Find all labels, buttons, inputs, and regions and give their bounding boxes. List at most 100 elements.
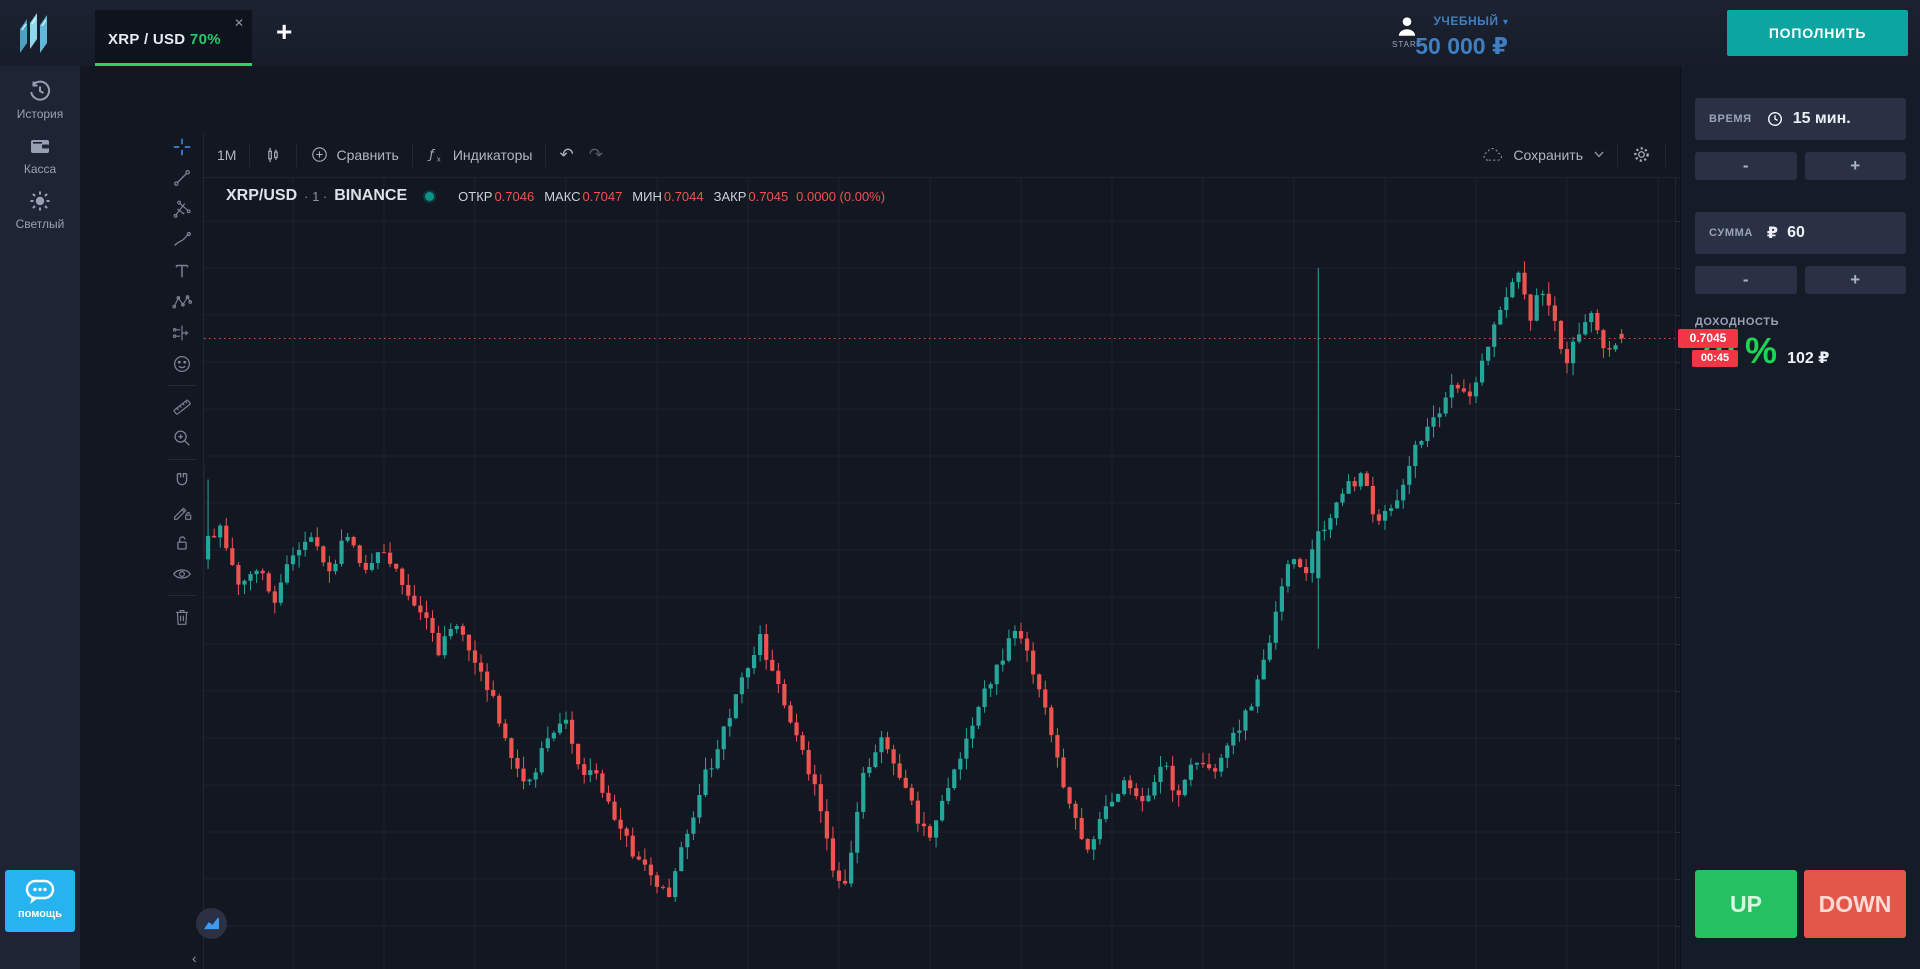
down-button[interactable]: DOWN xyxy=(1804,870,1906,938)
payout-amount: 102 ₽ xyxy=(1787,348,1829,368)
svg-text:x: x xyxy=(437,154,441,163)
svg-text:ƒ: ƒ xyxy=(427,146,435,161)
legend-change: 0.0000 (0.00%) xyxy=(796,189,885,204)
sidebar-item-label: Светлый xyxy=(0,217,80,231)
time-stepper: - + xyxy=(1695,152,1906,180)
clock-icon xyxy=(1766,110,1784,128)
trading-app: XRP / USD 70% ✕ + START УЧЕБНЫЙ ▾ 50 000… xyxy=(0,0,1920,969)
ohlc-low-value: 0.7044 xyxy=(664,189,704,204)
trend-line-icon[interactable] xyxy=(160,163,204,193)
ohlc-high-value: 0.7047 xyxy=(583,189,623,204)
text-icon[interactable] xyxy=(160,256,204,286)
drawing-mode-icon[interactable] xyxy=(160,497,204,527)
time-field-value: 15 мин. xyxy=(1793,110,1851,128)
sidebar-item-cashier[interactable]: Касса xyxy=(0,121,80,176)
amount-plus-button[interactable]: + xyxy=(1805,266,1907,294)
time-plus-button[interactable]: + xyxy=(1805,152,1907,180)
current-price-tag: 0.7045 xyxy=(1678,329,1738,348)
chart-type-button[interactable] xyxy=(250,132,296,178)
ohlc-close-label: ЗАКР xyxy=(714,189,747,204)
ruler-icon[interactable] xyxy=(160,392,204,422)
redo-icon[interactable]: ↷ xyxy=(587,132,616,178)
tab-symbol: XRP / USD 70% xyxy=(108,31,221,48)
chevron-down-icon xyxy=(1594,151,1604,158)
save-layout-button[interactable]: Сохранить xyxy=(1469,132,1617,178)
market-status-dot-icon xyxy=(425,192,434,201)
cloud-icon xyxy=(1482,146,1506,164)
help-button[interactable]: помощь xyxy=(5,870,75,932)
up-button[interactable]: UP xyxy=(1695,870,1797,938)
app-logo-icon[interactable] xyxy=(12,9,60,57)
time-minus-button[interactable]: - xyxy=(1695,152,1797,180)
rouble-icon: ₽ xyxy=(1767,223,1778,243)
zoom-in-icon[interactable] xyxy=(160,423,204,453)
eye-icon[interactable] xyxy=(160,559,204,589)
payout-label: ДОХОДНОСТЬ xyxy=(1695,316,1779,328)
account-info: УЧЕБНЫЙ ▾ 50 000 ₽ xyxy=(1415,12,1508,60)
account-type-dropdown[interactable]: УЧЕБНЫЙ ▾ xyxy=(1415,12,1508,30)
function-icon: ƒx xyxy=(426,145,446,165)
trash-icon[interactable] xyxy=(160,602,204,632)
amount-field-value: 60 xyxy=(1787,224,1805,242)
brush-icon[interactable] xyxy=(160,225,204,255)
tab-xrp-usd[interactable]: XRP / USD 70% ✕ xyxy=(95,10,252,66)
ohlc-open-value: 0.7046 xyxy=(494,189,534,204)
indicators-button[interactable]: ƒx Индикаторы xyxy=(413,132,546,178)
divider xyxy=(168,595,196,596)
trade-buttons: UP DOWN xyxy=(1695,870,1906,938)
add-tab-button[interactable]: + xyxy=(276,16,292,48)
ohlc-open-label: ОТКР xyxy=(458,189,492,204)
amount-field[interactable]: СУММА ₽ 60 xyxy=(1695,212,1906,254)
ohlc-close-value: 0.7045 xyxy=(748,189,788,204)
amount-minus-button[interactable]: - xyxy=(1695,266,1797,294)
sidebar-item-label: Касса xyxy=(0,162,80,176)
chevron-down-icon: ▾ xyxy=(1503,17,1508,28)
toolbar-collapse-handle[interactable]: ‹ xyxy=(192,950,197,966)
chart-plot[interactable] xyxy=(204,178,1675,969)
xabcd-pattern-icon[interactable] xyxy=(160,287,204,317)
tab-payout: 70% xyxy=(190,31,221,48)
chat-icon xyxy=(24,878,56,906)
time-field-label: ВРЕМЯ xyxy=(1709,113,1752,125)
area-chart-icon xyxy=(203,916,220,931)
chart-legend[interactable]: XRP/USD · 1 · BINANCE ОТКР0.7046 МАКС0.7… xyxy=(226,187,885,205)
wallet-icon xyxy=(28,134,52,158)
crosshair-icon[interactable] xyxy=(160,132,204,162)
ohlc-low-label: МИН xyxy=(632,189,662,204)
sidebar-item-light-theme[interactable]: Светлый xyxy=(0,176,80,231)
close-icon[interactable]: ✕ xyxy=(234,16,244,30)
drawing-toolbar xyxy=(160,132,204,969)
trade-panel: ВРЕМЯ 15 мин. - + СУММА ₽ 60 - + ДОХОДНО… xyxy=(1680,66,1920,969)
light-theme-icon xyxy=(28,189,52,213)
amount-field-label: СУММА xyxy=(1709,227,1753,239)
account-balance: 50 000 ₽ xyxy=(1415,33,1508,60)
history-icon xyxy=(28,79,52,103)
legend-interval: · 1 · xyxy=(304,189,327,204)
divider xyxy=(168,459,196,460)
help-button-label: помощь xyxy=(5,908,75,920)
sidebar-item-history[interactable]: История xyxy=(0,66,80,121)
deposit-button[interactable]: ПОПОЛНИТЬ xyxy=(1727,10,1908,56)
expiry-countdown-tag: 00:45 xyxy=(1692,350,1738,367)
sidebar-item-label: История xyxy=(0,107,80,121)
magnet-icon[interactable] xyxy=(160,466,204,496)
undo-icon[interactable]: ↶ xyxy=(546,132,586,178)
left-sidebar: История Касса Светлый xyxy=(0,66,80,969)
chart-settings-button[interactable] xyxy=(1618,132,1665,178)
compare-button[interactable]: Сравнить xyxy=(297,132,411,178)
ohlc-high-label: МАКС xyxy=(544,189,580,204)
lock-icon[interactable] xyxy=(160,528,204,558)
pitchfork-icon[interactable] xyxy=(160,194,204,224)
emoji-icon[interactable] xyxy=(160,349,204,379)
amount-stepper: - + xyxy=(1695,266,1906,294)
chart-region: 1М Сравнить ƒx Индикаторы ↶ ↷ Сохранит xyxy=(80,66,1680,969)
legend-exchange: BINANCE xyxy=(334,187,407,205)
expiry-time-field[interactable]: ВРЕМЯ 15 мин. xyxy=(1695,98,1906,140)
compare-plus-icon xyxy=(310,145,329,164)
legend-symbol: XRP/USD xyxy=(226,187,297,205)
chart-toolbar: 1М Сравнить ƒx Индикаторы ↶ ↷ Сохранит xyxy=(204,132,1760,178)
chart-style-floating-button[interactable] xyxy=(196,908,227,939)
forecast-icon[interactable] xyxy=(160,318,204,348)
top-header: XRP / USD 70% ✕ + START УЧЕБНЫЙ ▾ 50 000… xyxy=(0,0,1920,67)
interval-button[interactable]: 1М xyxy=(204,132,249,178)
